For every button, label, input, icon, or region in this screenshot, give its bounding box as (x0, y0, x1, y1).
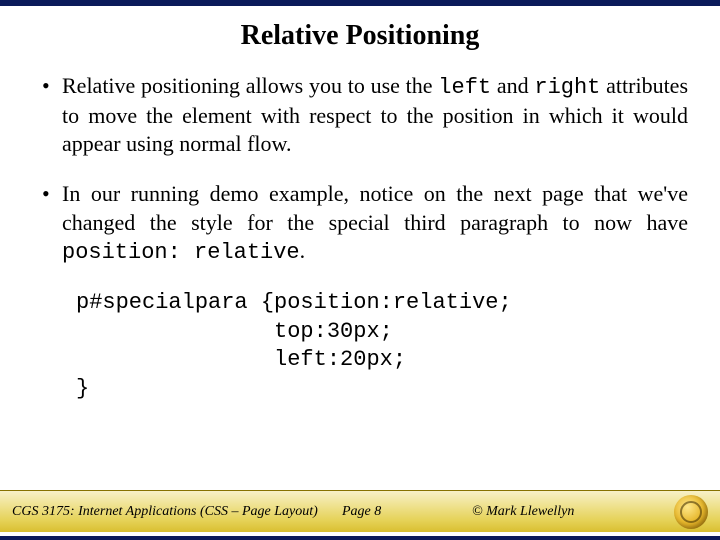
footer-bar: CGS 3175: Internet Applications (CSS – P… (0, 490, 720, 532)
code-inline: left (438, 75, 491, 100)
text-segment: . (300, 238, 306, 263)
page-title: Relative Positioning (0, 20, 720, 52)
text-segment: In our running demo example, notice on t… (62, 181, 688, 234)
bullet-list: Relative positioning allows you to use t… (42, 72, 688, 267)
bullet-item-1: Relative positioning allows you to use t… (42, 72, 688, 158)
footer-copyright: © Mark Llewellyn (472, 504, 612, 520)
code-inline: position: relative (62, 240, 300, 265)
code-block: p#specialpara {position:relative; top:30… (76, 289, 688, 403)
text-segment: Relative positioning allows you to use t… (62, 73, 438, 98)
content-area: Relative positioning allows you to use t… (0, 72, 720, 403)
text-segment: and (491, 73, 534, 98)
code-inline: right (534, 75, 600, 100)
slide: Relative Positioning Relative positionin… (0, 0, 720, 540)
footer-logo-wrap (612, 495, 708, 529)
footer-course: CGS 3175: Internet Applications (CSS – P… (12, 504, 342, 520)
footer-page: Page 8 (342, 504, 472, 520)
bullet-item-2: In our running demo example, notice on t… (42, 180, 688, 266)
ucf-logo-icon (674, 495, 708, 529)
